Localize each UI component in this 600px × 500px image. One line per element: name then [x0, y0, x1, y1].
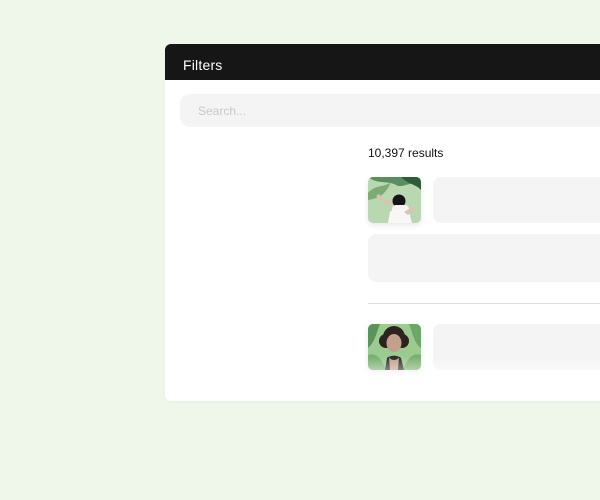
- page-background: Filters 10,397 results: [0, 0, 600, 500]
- search-input[interactable]: [180, 94, 600, 127]
- results-count: 10,397 results: [368, 146, 444, 160]
- results-divider: [368, 303, 600, 304]
- result-details-placeholder: [368, 234, 600, 282]
- filters-panel: Filters 10,397 results: [165, 44, 600, 401]
- result-info-placeholder: [433, 324, 600, 370]
- filters-header: Filters: [165, 44, 600, 80]
- result-info-placeholder: [433, 177, 600, 223]
- result-thumbnail-1[interactable]: [368, 177, 421, 223]
- header-title: Filters: [183, 57, 223, 73]
- result-thumbnail-2[interactable]: [368, 324, 421, 370]
